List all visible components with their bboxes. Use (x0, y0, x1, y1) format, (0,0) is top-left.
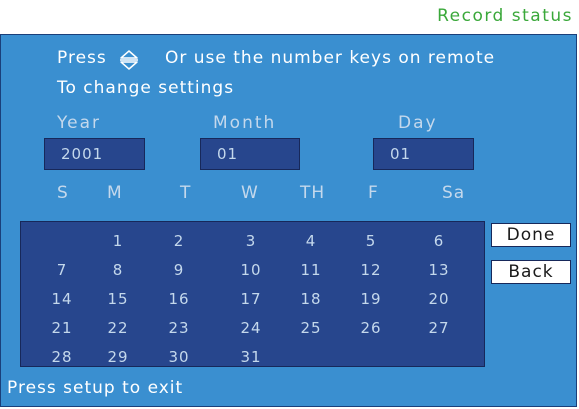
calendar-day[interactable]: 3 (234, 232, 268, 250)
calendar-day[interactable]: 7 (45, 261, 79, 279)
day-field[interactable]: 01 (373, 138, 474, 170)
calendar-day[interactable]: 4 (294, 232, 328, 250)
calendar-day[interactable]: 28 (45, 348, 79, 366)
calendar-day[interactable]: 15 (101, 290, 135, 308)
month-field[interactable]: 01 (200, 138, 300, 170)
calendar-day[interactable]: 23 (162, 319, 196, 337)
year-label: Year (57, 113, 101, 133)
weekday-label: W (241, 183, 259, 203)
weekday-label: S (57, 183, 69, 203)
remote-keys-text: Or use the number keys on remote (165, 48, 496, 68)
calendar-day[interactable]: 29 (101, 348, 135, 366)
weekday-label: TH (300, 183, 326, 203)
month-label: Month (213, 113, 277, 133)
weekday-label: M (107, 183, 123, 203)
calendar-day[interactable]: 5 (354, 232, 388, 250)
done-button[interactable]: Done (491, 223, 571, 247)
calendar-day[interactable]: 17 (234, 290, 268, 308)
weekday-label: F (368, 183, 379, 203)
press-text: Press (57, 48, 107, 68)
day-label: Day (398, 113, 438, 133)
calendar-day[interactable]: 16 (162, 290, 196, 308)
calendar-day[interactable]: 6 (422, 232, 456, 250)
up-down-arrows-icon (120, 50, 138, 70)
calendar-day[interactable]: 19 (354, 290, 388, 308)
calendar-day[interactable]: 20 (422, 290, 456, 308)
exit-hint-text: Press setup to exit (7, 378, 184, 398)
calendar-day[interactable]: 30 (162, 348, 196, 366)
weekday-label: T (180, 183, 192, 203)
calendar-day[interactable]: 13 (422, 261, 456, 279)
calendar-day[interactable]: 10 (234, 261, 268, 279)
calendar-day[interactable]: 14 (45, 290, 79, 308)
calendar-day[interactable]: 1 (101, 232, 135, 250)
calendar-day[interactable]: 21 (45, 319, 79, 337)
calendar-day[interactable]: 9 (162, 261, 196, 279)
year-field[interactable]: 2001 (44, 138, 145, 170)
calendar-day[interactable]: 12 (354, 261, 388, 279)
calendar-day[interactable]: 25 (294, 319, 328, 337)
back-button[interactable]: Back (491, 260, 571, 284)
calendar-day[interactable]: 18 (294, 290, 328, 308)
calendar-day[interactable]: 26 (354, 319, 388, 337)
calendar-day[interactable]: 27 (422, 319, 456, 337)
record-status-label: Record status (437, 6, 573, 26)
calendar-day[interactable]: 2 (162, 232, 196, 250)
weekday-label: Sa (442, 183, 466, 203)
calendar-day[interactable]: 24 (234, 319, 268, 337)
calendar-day[interactable]: 31 (234, 348, 268, 366)
change-settings-text: To change settings (57, 78, 235, 98)
calendar-day[interactable]: 8 (101, 261, 135, 279)
date-settings-panel: Press Or use the number keys on remote T… (0, 34, 577, 407)
calendar-day[interactable]: 22 (101, 319, 135, 337)
calendar-day[interactable]: 11 (294, 261, 328, 279)
calendar-grid: 1 2 3 4 5 6 7 8 9 10 11 12 13 14 15 16 17 18 19 20 21 22 23 24 2… (20, 221, 485, 367)
